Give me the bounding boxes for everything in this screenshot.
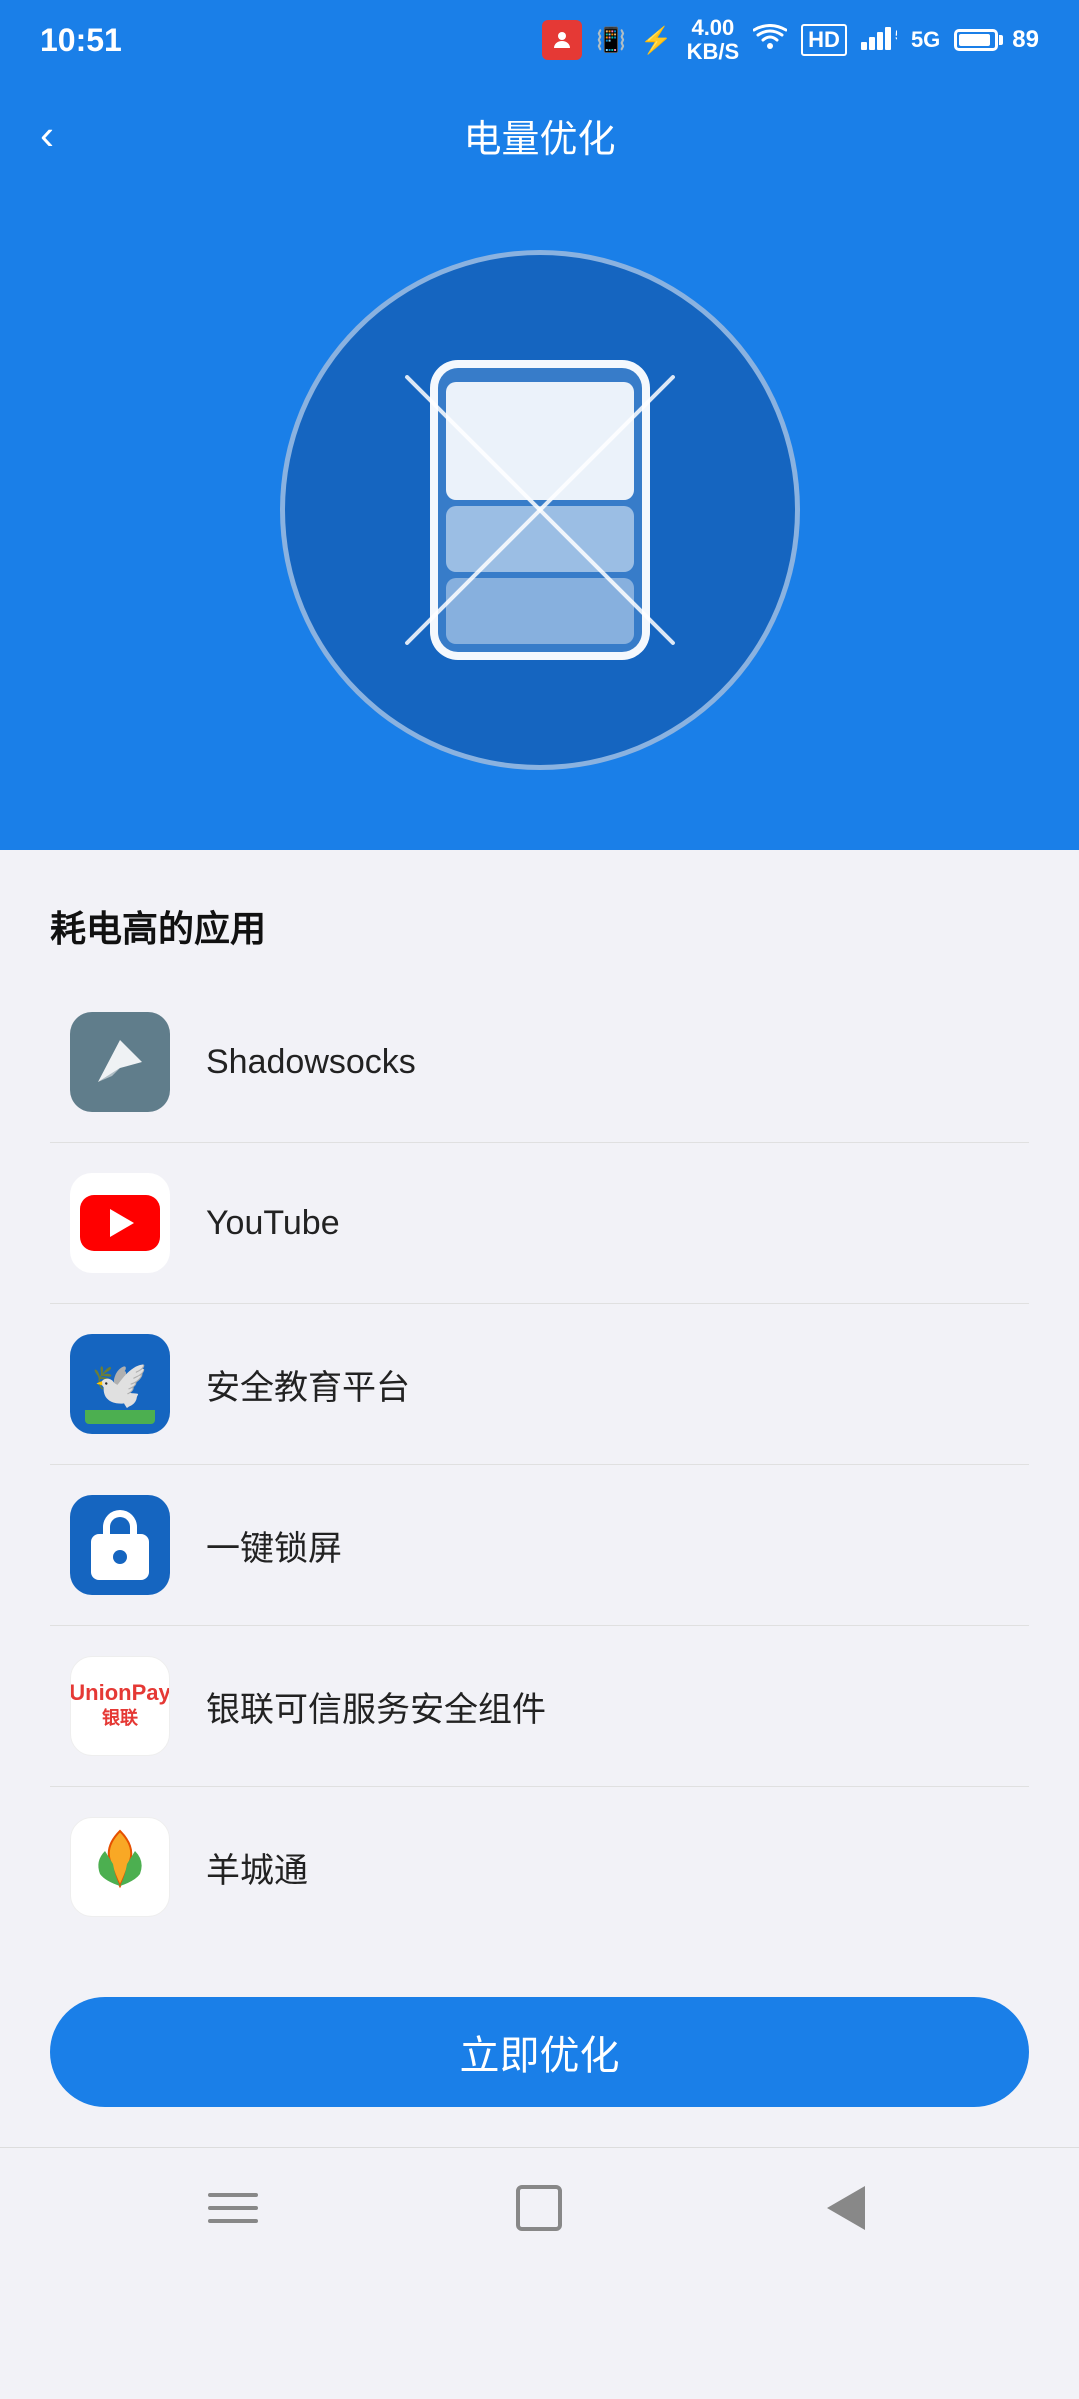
menu-icon bbox=[208, 2193, 258, 2223]
app-icon-shadowsocks bbox=[70, 1012, 170, 1112]
lock-body bbox=[91, 1534, 149, 1580]
safe-edu-grass bbox=[85, 1410, 155, 1424]
cta-section: 立即优化 bbox=[0, 1967, 1079, 2147]
app-icon-yct bbox=[70, 1817, 170, 1917]
app-name: Shadowsocks bbox=[206, 1043, 416, 1082]
page-title: 电量优化 bbox=[463, 108, 615, 163]
battery-indicator bbox=[954, 29, 998, 51]
menu-nav-button[interactable] bbox=[198, 2173, 268, 2243]
app-icon-youtube bbox=[70, 1173, 170, 1273]
app-name: 银联可信服务安全组件 bbox=[206, 1682, 546, 1731]
back-icon bbox=[827, 2186, 865, 2230]
list-item[interactable]: 🕊️ 安全教育平台 bbox=[50, 1304, 1029, 1465]
hero-section bbox=[0, 190, 1079, 850]
app-name: YouTube bbox=[206, 1204, 340, 1243]
bluetooth-icon: ⚡ bbox=[640, 25, 672, 56]
app-name: 安全教育平台 bbox=[206, 1360, 410, 1409]
app-list-section: 耗电高的应用 Shadowsocks YouTube bbox=[0, 850, 1079, 1967]
svg-text:5G: 5G bbox=[895, 27, 897, 43]
vibrate-icon: 📳 bbox=[596, 26, 626, 55]
battery-segments bbox=[438, 374, 642, 652]
app-list: Shadowsocks YouTube 🕊️ 安全教育平台 bbox=[50, 982, 1029, 1947]
battery-percent: 89 bbox=[1012, 26, 1039, 54]
list-item[interactable]: YouTube bbox=[50, 1143, 1029, 1304]
unionpay-logo-text: UnionPay bbox=[70, 1682, 170, 1704]
app-icon-unionpay: UnionPay 银联 bbox=[70, 1656, 170, 1756]
safe-edu-graphic: 🕊️ bbox=[91, 1357, 148, 1412]
battery-nub bbox=[510, 360, 570, 366]
back-nav-button[interactable] bbox=[811, 2173, 881, 2243]
youtube-play-triangle bbox=[110, 1209, 134, 1237]
list-item[interactable]: 羊城通 bbox=[50, 1787, 1029, 1947]
5g-text: 5G bbox=[911, 27, 940, 53]
status-icons: 📳 ⚡ 4.00KB/S HD 5G 5G 89 bbox=[542, 16, 1039, 64]
youtube-play-button bbox=[80, 1195, 160, 1251]
notification-badge bbox=[542, 20, 582, 60]
section-title: 耗电高的应用 bbox=[50, 900, 1029, 952]
status-bar: 10:51 📳 ⚡ 4.00KB/S HD bbox=[0, 0, 1079, 80]
battery-segment-2 bbox=[446, 506, 634, 572]
wifi-icon bbox=[753, 24, 787, 57]
hd-badge: HD bbox=[801, 24, 847, 56]
home-nav-button[interactable] bbox=[504, 2173, 574, 2243]
home-icon bbox=[516, 2185, 562, 2231]
list-item[interactable]: UnionPay 银联 银联可信服务安全组件 bbox=[50, 1626, 1029, 1787]
signal-icon: 5G bbox=[861, 24, 897, 57]
unionpay-sub-text: 银联 bbox=[102, 1704, 138, 1730]
list-item[interactable]: Shadowsocks bbox=[50, 982, 1029, 1143]
app-name: 一键锁屏 bbox=[206, 1521, 342, 1570]
optimize-button[interactable]: 立即优化 bbox=[50, 1997, 1029, 2107]
battery-graphic bbox=[430, 360, 650, 660]
bottom-navigation bbox=[0, 2147, 1079, 2267]
battery-segment-1 bbox=[446, 382, 634, 500]
battery-circle bbox=[280, 250, 800, 770]
app-icon-safe-edu: 🕊️ bbox=[70, 1334, 170, 1434]
battery-segment-3 bbox=[446, 578, 634, 644]
page-header: ‹ 电量优化 bbox=[0, 80, 1079, 190]
status-time: 10:51 bbox=[40, 22, 122, 59]
back-button[interactable]: ‹ bbox=[40, 111, 54, 159]
app-name: 羊城通 bbox=[206, 1843, 308, 1892]
lock-keyhole bbox=[113, 1550, 127, 1564]
app-icon-lock bbox=[70, 1495, 170, 1595]
lock-shackle bbox=[103, 1510, 137, 1536]
list-item[interactable]: 一键锁屏 bbox=[50, 1465, 1029, 1626]
yct-graphic bbox=[85, 1826, 155, 1909]
lock-graphic bbox=[91, 1510, 149, 1580]
speed-text: 4.00KB/S bbox=[687, 16, 740, 64]
